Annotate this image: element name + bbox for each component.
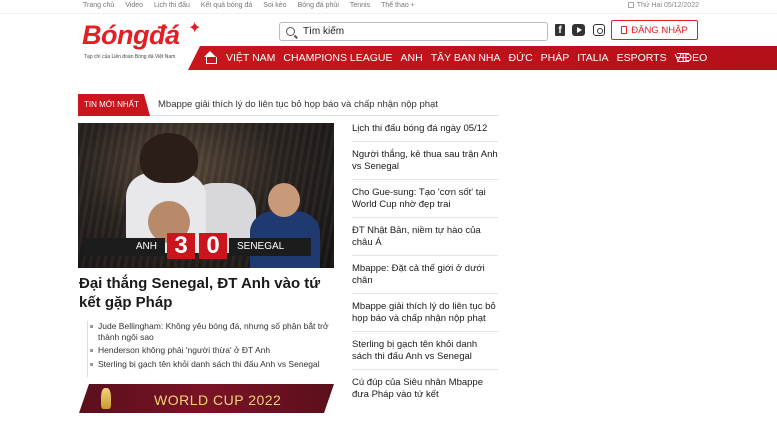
main-nav-items: VIỆT NAM CHAMPIONS LEAGUE ANH TÂY BAN NH… [226,52,715,64]
nav-item-italy[interactable]: ITALIA [577,52,608,64]
calendar-icon [627,2,634,8]
hero-image[interactable]: ANH 3 0 SENEGAL [78,123,334,268]
nav-item-champions-league[interactable]: CHAMPIONS LEAGUE [283,52,392,64]
news-item[interactable]: Cho Gue-sung: Tạo 'cơn sốt' tại World Cu… [352,187,498,218]
top-link-tennis[interactable]: Tennis [350,2,370,9]
scoreboard: ANH 3 0 SENEGAL [83,233,329,259]
related-divider [87,321,88,377]
news-item[interactable]: Mbappe: Đặt cả thế giới ở dưới chân [352,263,498,294]
related-articles: Jude Bellingham: Không yêu bóng đá, nhưn… [90,321,340,372]
lock-icon [621,26,628,34]
related-article[interactable]: Jude Bellingham: Không yêu bóng đá, nhưn… [90,321,340,342]
news-item[interactable]: Người thắng, kẻ thua sau trận Anh vs Sen… [352,149,498,180]
nav-item-esports[interactable]: ESPORTS [617,52,667,64]
nav-item-england[interactable]: ANH [401,52,423,64]
search-icon[interactable] [286,27,295,36]
top-link-results[interactable]: Kết quả bóng đá [201,2,252,9]
score-right: 0 [199,233,227,259]
facebook-icon[interactable]: f [555,24,565,36]
trophy-icon [101,388,111,409]
login-button[interactable]: ĐĂNG NHẬP [611,20,698,40]
nav-item-france[interactable]: PHÁP [541,52,570,64]
date-text: Thứ Hai 05/12/2022 [636,2,699,9]
team-left: ANH [83,238,165,256]
news-item[interactable]: Mbappe giải thích lý do liên tục bỏ họp … [352,301,498,332]
nav-item-vietnam[interactable]: VIỆT NAM [226,52,275,64]
top-link-home[interactable]: Trang chủ [83,2,114,9]
related-article[interactable]: Sterling bị gạch tên khỏi danh sách thi … [90,359,340,370]
search-input[interactable] [303,26,543,37]
world-cup-banner-text: WORLD CUP 2022 [154,392,282,408]
world-cup-banner[interactable]: WORLD CUP 2022 [79,384,334,413]
date-display: Thứ Hai 05/12/2022 [627,2,699,9]
ticker-headline[interactable]: Mbappe giải thích lý do liên tục bỏ họp … [158,99,438,110]
team-right: SENEGAL [229,238,311,256]
news-item[interactable]: Lịch thi đấu bóng đá ngày 05/12 [352,123,498,142]
top-link-sports[interactable]: Thể thao + [381,2,415,9]
latest-news-list: Lịch thi đấu bóng đá ngày 05/12 Người th… [352,123,498,414]
hero-player-figure [140,133,198,183]
news-item[interactable]: Cú đúp của Siêu nhân Mbappe đưa Pháp vào… [352,377,498,407]
nav-item-germany[interactable]: ĐỨC [509,52,533,64]
top-link-video[interactable]: Video [125,2,143,9]
top-link-amateur[interactable]: Bóng đá phủi [298,2,339,9]
login-label: ĐĂNG NHẬP [631,24,688,36]
score-left: 3 [167,233,195,259]
top-nav: Trang chủ Video Lịch thi đấu Kết quả bón… [83,2,426,9]
menu-icon[interactable] [677,53,689,62]
news-item[interactable]: ĐT Nhật Bản, niềm tự hào của châu Á [352,225,498,256]
logo-star-icon: ✦ [188,20,202,37]
home-icon[interactable] [204,51,217,64]
news-ticker: TIN MỚI NHẤT Mbappe giải thích lý do liê… [78,94,498,116]
news-item[interactable]: Sterling bị gạch tên khỏi danh sách thi … [352,339,498,370]
ticker-label: TIN MỚI NHẤT [78,94,150,116]
search-box[interactable] [279,22,548,41]
related-article[interactable]: Henderson không phải 'người thừa' ở ĐT A… [90,345,340,356]
instagram-icon[interactable] [593,24,605,36]
main-nav: VIỆT NAM CHAMPIONS LEAGUE ANH TÂY BAN NH… [0,46,777,70]
youtube-icon[interactable] [572,24,585,36]
top-link-odds[interactable]: Soi kèo [263,2,286,9]
hero-headline[interactable]: Đại thắng Senegal, ĐT Anh vào tứ kết gặp… [79,274,334,312]
top-utility-bar: Trang chủ Video Lịch thi đấu Kết quả bón… [0,0,777,14]
top-link-schedule[interactable]: Lịch thi đấu [154,2,190,9]
nav-item-spain[interactable]: TÂY BAN NHA [431,52,501,64]
hero-player-figure [268,183,300,217]
